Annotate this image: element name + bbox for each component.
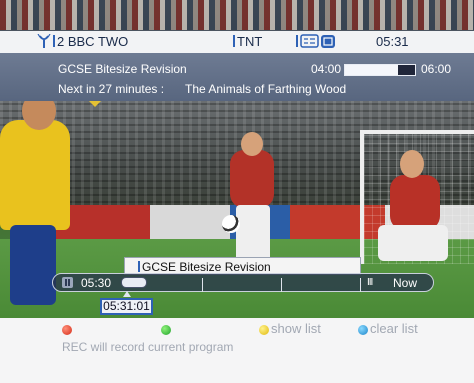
now-label[interactable]: Now <box>393 276 417 290</box>
pause-icon[interactable] <box>62 277 73 288</box>
channel-name: 2 BBC TWO <box>53 34 128 49</box>
key-help-panel: show list clear list REC will record cur… <box>0 318 474 383</box>
green-key-icon[interactable] <box>161 325 171 335</box>
programme-progress-bar <box>344 64 416 76</box>
blue-key-icon[interactable] <box>358 325 368 335</box>
current-programme-title: GCSE Bitesize Revision <box>58 62 187 76</box>
current-position-time: 05:31:01 <box>100 298 153 315</box>
timeshift-position-handle[interactable] <box>121 277 147 288</box>
player-yellow <box>0 120 70 230</box>
football <box>222 215 240 233</box>
teletext-icon <box>321 35 335 48</box>
channel-bar: 2 BBC TWO TNT 05:31 <box>0 31 474 54</box>
programme-info-panel: GCSE Bitesize Revision 04:00 06:00 Next … <box>0 53 474 101</box>
network-name: TNT <box>233 34 262 49</box>
next-programme-title: The Animals of Farthing Wood <box>185 82 347 96</box>
timeshift-bar[interactable]: 05:30 III Now <box>52 273 434 292</box>
clock: 05:31 <box>376 34 409 49</box>
crowd-banner <box>0 0 474 30</box>
next-programme-label: Next in 27 minutes : <box>58 82 165 96</box>
programme-start-time: 04:00 <box>311 62 342 76</box>
info-pointer-arrow <box>89 101 101 107</box>
red-key-icon[interactable] <box>62 325 72 335</box>
position-cursor-arrow <box>123 291 131 297</box>
programme-progress-fill <box>345 65 399 75</box>
player-red-center <box>230 150 274 208</box>
antenna-signal-icon <box>37 34 51 48</box>
timeshift-track[interactable] <box>121 277 361 292</box>
track-tick <box>360 278 361 292</box>
record-help-text: REC will record current program <box>62 340 234 354</box>
show-list-label[interactable]: show list <box>271 321 321 336</box>
yellow-key-icon[interactable] <box>259 325 269 335</box>
live-marker: III <box>367 277 373 288</box>
clear-list-label[interactable]: clear list <box>370 321 418 336</box>
track-tick <box>281 278 282 292</box>
programme-end-time: 06:00 <box>421 62 452 76</box>
player-red-right <box>390 175 440 230</box>
track-tick <box>202 278 203 292</box>
buffer-start-time: 05:30 <box>81 276 112 290</box>
